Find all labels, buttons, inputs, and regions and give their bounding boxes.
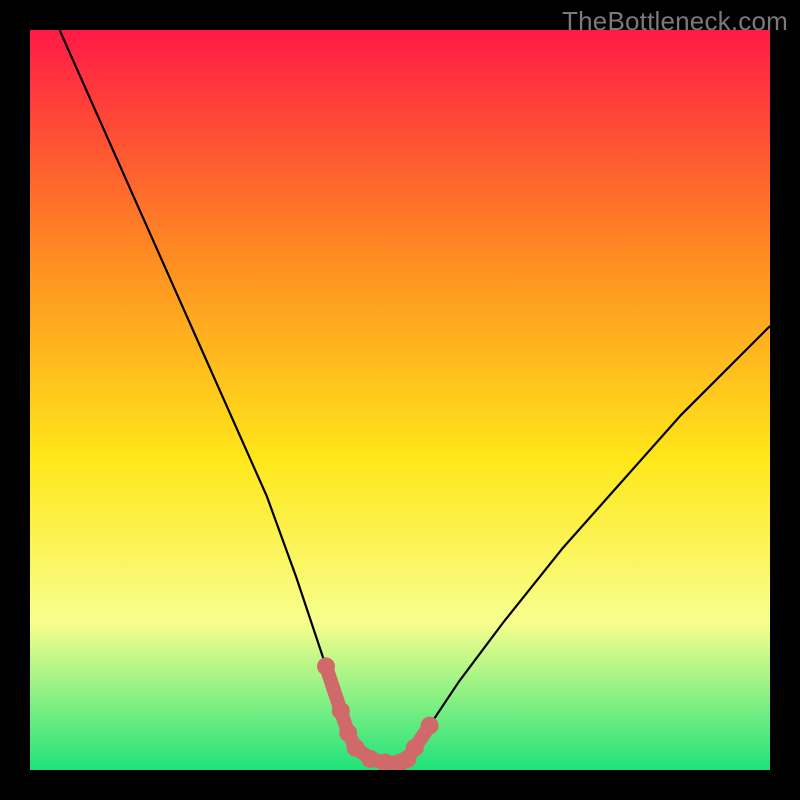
- gradient-rect: [30, 30, 770, 770]
- valley-dot: [406, 739, 424, 757]
- valley-dot: [347, 739, 365, 757]
- valley-dot: [421, 717, 439, 735]
- chart-svg: [30, 30, 770, 770]
- valley-dot: [332, 702, 350, 720]
- chart-plot-area: [30, 30, 770, 770]
- chart-frame: TheBottleneck.com: [0, 0, 800, 800]
- valley-dot: [317, 657, 335, 675]
